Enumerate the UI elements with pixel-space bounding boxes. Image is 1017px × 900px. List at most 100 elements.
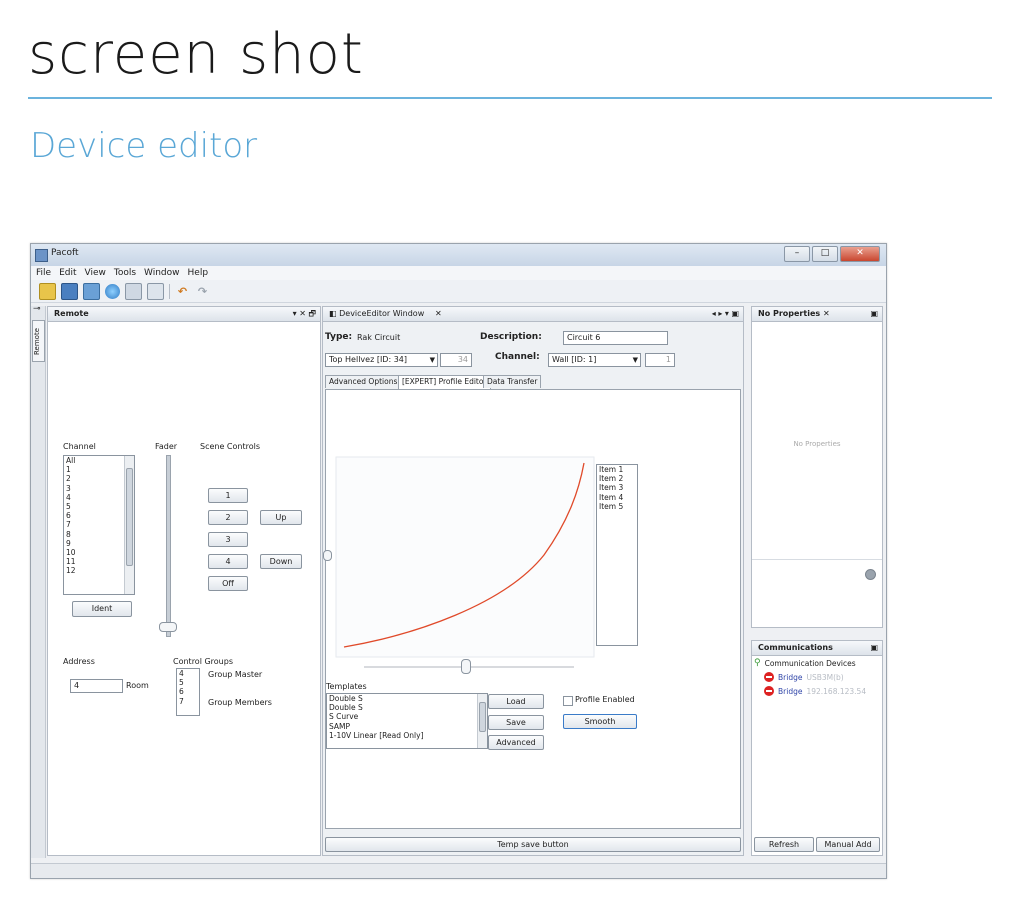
folder-open-icon[interactable] xyxy=(39,282,56,300)
list-item[interactable]: 7 xyxy=(179,697,199,706)
menu-tools[interactable]: Tools xyxy=(114,268,136,278)
gear-icon[interactable] xyxy=(865,569,876,580)
save-all-icon[interactable] xyxy=(61,282,78,300)
menu-edit[interactable]: Edit xyxy=(59,268,76,278)
copy-icon[interactable] xyxy=(147,282,164,300)
list-item[interactable]: Item 3 xyxy=(599,483,637,492)
remote-side-tab[interactable]: Remote xyxy=(32,320,45,362)
menu-file[interactable]: File xyxy=(36,268,51,278)
list-item[interactable]: Double S xyxy=(329,694,487,703)
scene-off-button[interactable]: Off xyxy=(208,576,248,591)
bridge-detail: 192.168.123.54 xyxy=(806,686,867,696)
temp-save-button[interactable]: Temp save button xyxy=(325,837,741,852)
scene-button-3[interactable]: 3 xyxy=(208,532,248,547)
panel-controls[interactable]: ▾ ✕ 🗗 xyxy=(293,307,316,321)
bridge-device-1[interactable]: Bridge USB3M(b) xyxy=(764,672,844,682)
properties-panel: No Properties ✕ ▣ No Properties xyxy=(751,306,883,628)
fader-thumb[interactable] xyxy=(159,622,177,632)
down-button[interactable]: Down xyxy=(260,554,302,569)
communication-devices-label: Communication Devices xyxy=(764,658,856,668)
bridge-name: Bridge xyxy=(778,686,803,696)
list-item[interactable]: Item 1 xyxy=(599,465,637,474)
list-item[interactable]: Item 4 xyxy=(599,493,637,502)
templates-label: Templates xyxy=(326,682,367,691)
left-slider-thumb[interactable] xyxy=(323,550,332,561)
bridge-device-2[interactable]: Bridge 192.168.123.54 xyxy=(764,686,866,696)
connect-icon[interactable] xyxy=(105,283,120,299)
editor-nav-controls[interactable]: ◂ ▸ ▾ ▣ xyxy=(712,307,739,321)
profile-editor-content: Item 1 Item 2 Item 3 Item 4 Item 5 Templ… xyxy=(323,389,741,829)
toolbar: ↶ ↷ xyxy=(31,280,886,303)
menu-window[interactable]: Window xyxy=(144,268,180,278)
device-editor-tabbar: ◧ DeviceEditor Window ✕ ◂ ▸ ▾ ▣ xyxy=(323,307,743,322)
control-groups-list[interactable]: 4 5 6 7 xyxy=(176,668,200,716)
scene-button-4[interactable]: 4 xyxy=(208,554,248,569)
menu-bar: File Edit View Tools Window Help xyxy=(31,266,886,280)
address-label: Address xyxy=(63,657,95,666)
channel-list-scrollbar[interactable] xyxy=(124,456,134,594)
channel-combo-value: Wall [ID: 1] xyxy=(552,355,597,364)
undo-icon[interactable]: ↶ xyxy=(175,284,190,299)
scene-button-1[interactable]: 1 xyxy=(208,488,248,503)
minimize-button[interactable]: – xyxy=(784,246,810,262)
channel-id-spinner[interactable]: 1 xyxy=(645,353,675,367)
panel-close-icon[interactable]: ✕ xyxy=(823,309,830,318)
channel-combo[interactable]: Wall [ID: 1] ▼ xyxy=(548,353,641,367)
stack-icon[interactable] xyxy=(83,282,100,300)
window-title: Pacoft xyxy=(51,248,79,258)
close-button[interactable]: ✕ xyxy=(840,246,880,262)
list-item[interactable]: Double S xyxy=(329,703,487,712)
type-value: Rak Circuit xyxy=(357,333,401,342)
fader-track[interactable] xyxy=(166,455,171,637)
group-master-label: Group Master xyxy=(208,670,263,679)
save-button[interactable]: Save xyxy=(488,715,544,730)
editor-tab-title[interactable]: DeviceEditor Window xyxy=(339,309,424,318)
load-button[interactable]: Load xyxy=(488,694,544,709)
tab-advanced-options[interactable]: Advanced Options xyxy=(325,375,402,388)
templates-list[interactable]: Double S Double S S Curve SAMP 1-10V Lin… xyxy=(326,693,488,749)
profile-curve-chart[interactable] xyxy=(334,455,604,675)
side-dock-strip: ⊸ Remote xyxy=(31,304,46,858)
list-item[interactable]: 1-10V Linear [Read Only] xyxy=(329,731,487,740)
redo-icon[interactable]: ↷ xyxy=(195,284,210,299)
list-item[interactable]: Item 5 xyxy=(599,502,637,511)
properties-placeholder: No Properties xyxy=(793,440,841,448)
panel-dock-icon[interactable]: ▣ xyxy=(870,307,878,321)
channel-list[interactable]: All 1 2 3 4 5 6 7 8 9 10 11 12 xyxy=(63,455,135,595)
list-item[interactable]: 6 xyxy=(179,687,199,696)
title-divider xyxy=(28,97,992,99)
profile-enabled-checkbox[interactable] xyxy=(563,696,573,706)
description-field[interactable]: Circuit 6 xyxy=(563,331,668,345)
list-item[interactable]: SAMP xyxy=(329,722,487,731)
ident-button[interactable]: Ident xyxy=(72,601,132,617)
editor-tab-close[interactable]: ✕ xyxy=(435,309,442,318)
maximize-button[interactable]: □ xyxy=(812,246,838,262)
grid-icon[interactable] xyxy=(125,282,142,300)
device-combo[interactable]: Top Hellvez [ID: 34] ▼ xyxy=(325,353,438,367)
properties-divider xyxy=(752,559,882,560)
scrollbar-thumb[interactable] xyxy=(479,702,486,732)
templates-scrollbar[interactable] xyxy=(477,694,487,748)
communication-devices-node[interactable]: ⚲ Communication Devices xyxy=(754,658,856,668)
menu-help[interactable]: Help xyxy=(188,268,209,278)
scrollbar-thumb[interactable] xyxy=(126,468,133,566)
refresh-button[interactable]: Refresh xyxy=(754,837,814,852)
up-button[interactable]: Up xyxy=(260,510,302,525)
address-field[interactable]: 4 xyxy=(70,679,123,693)
menu-view[interactable]: View xyxy=(85,268,106,278)
list-item[interactable]: 4 xyxy=(179,669,199,678)
list-item[interactable]: S Curve xyxy=(329,712,487,721)
tab-profile-editor[interactable]: [EXPERT] Profile Editor xyxy=(398,375,491,389)
list-item[interactable]: 5 xyxy=(179,678,199,687)
pin-icon[interactable]: ⊸ xyxy=(33,304,41,314)
profile-slider-thumb[interactable] xyxy=(461,659,471,674)
scene-button-2[interactable]: 2 xyxy=(208,510,248,525)
smooth-button[interactable]: Smooth xyxy=(563,714,637,729)
tab-data-transfer[interactable]: Data Transfer xyxy=(483,375,542,388)
panel-dock-icon[interactable]: ▣ xyxy=(870,641,878,655)
device-id-spinner[interactable]: 34 xyxy=(440,353,472,367)
manual-add-button[interactable]: Manual Add xyxy=(816,837,880,852)
advanced-button[interactable]: Advanced xyxy=(488,735,544,750)
list-item[interactable]: Item 2 xyxy=(599,474,637,483)
items-list[interactable]: Item 1 Item 2 Item 3 Item 4 Item 5 xyxy=(596,464,638,646)
